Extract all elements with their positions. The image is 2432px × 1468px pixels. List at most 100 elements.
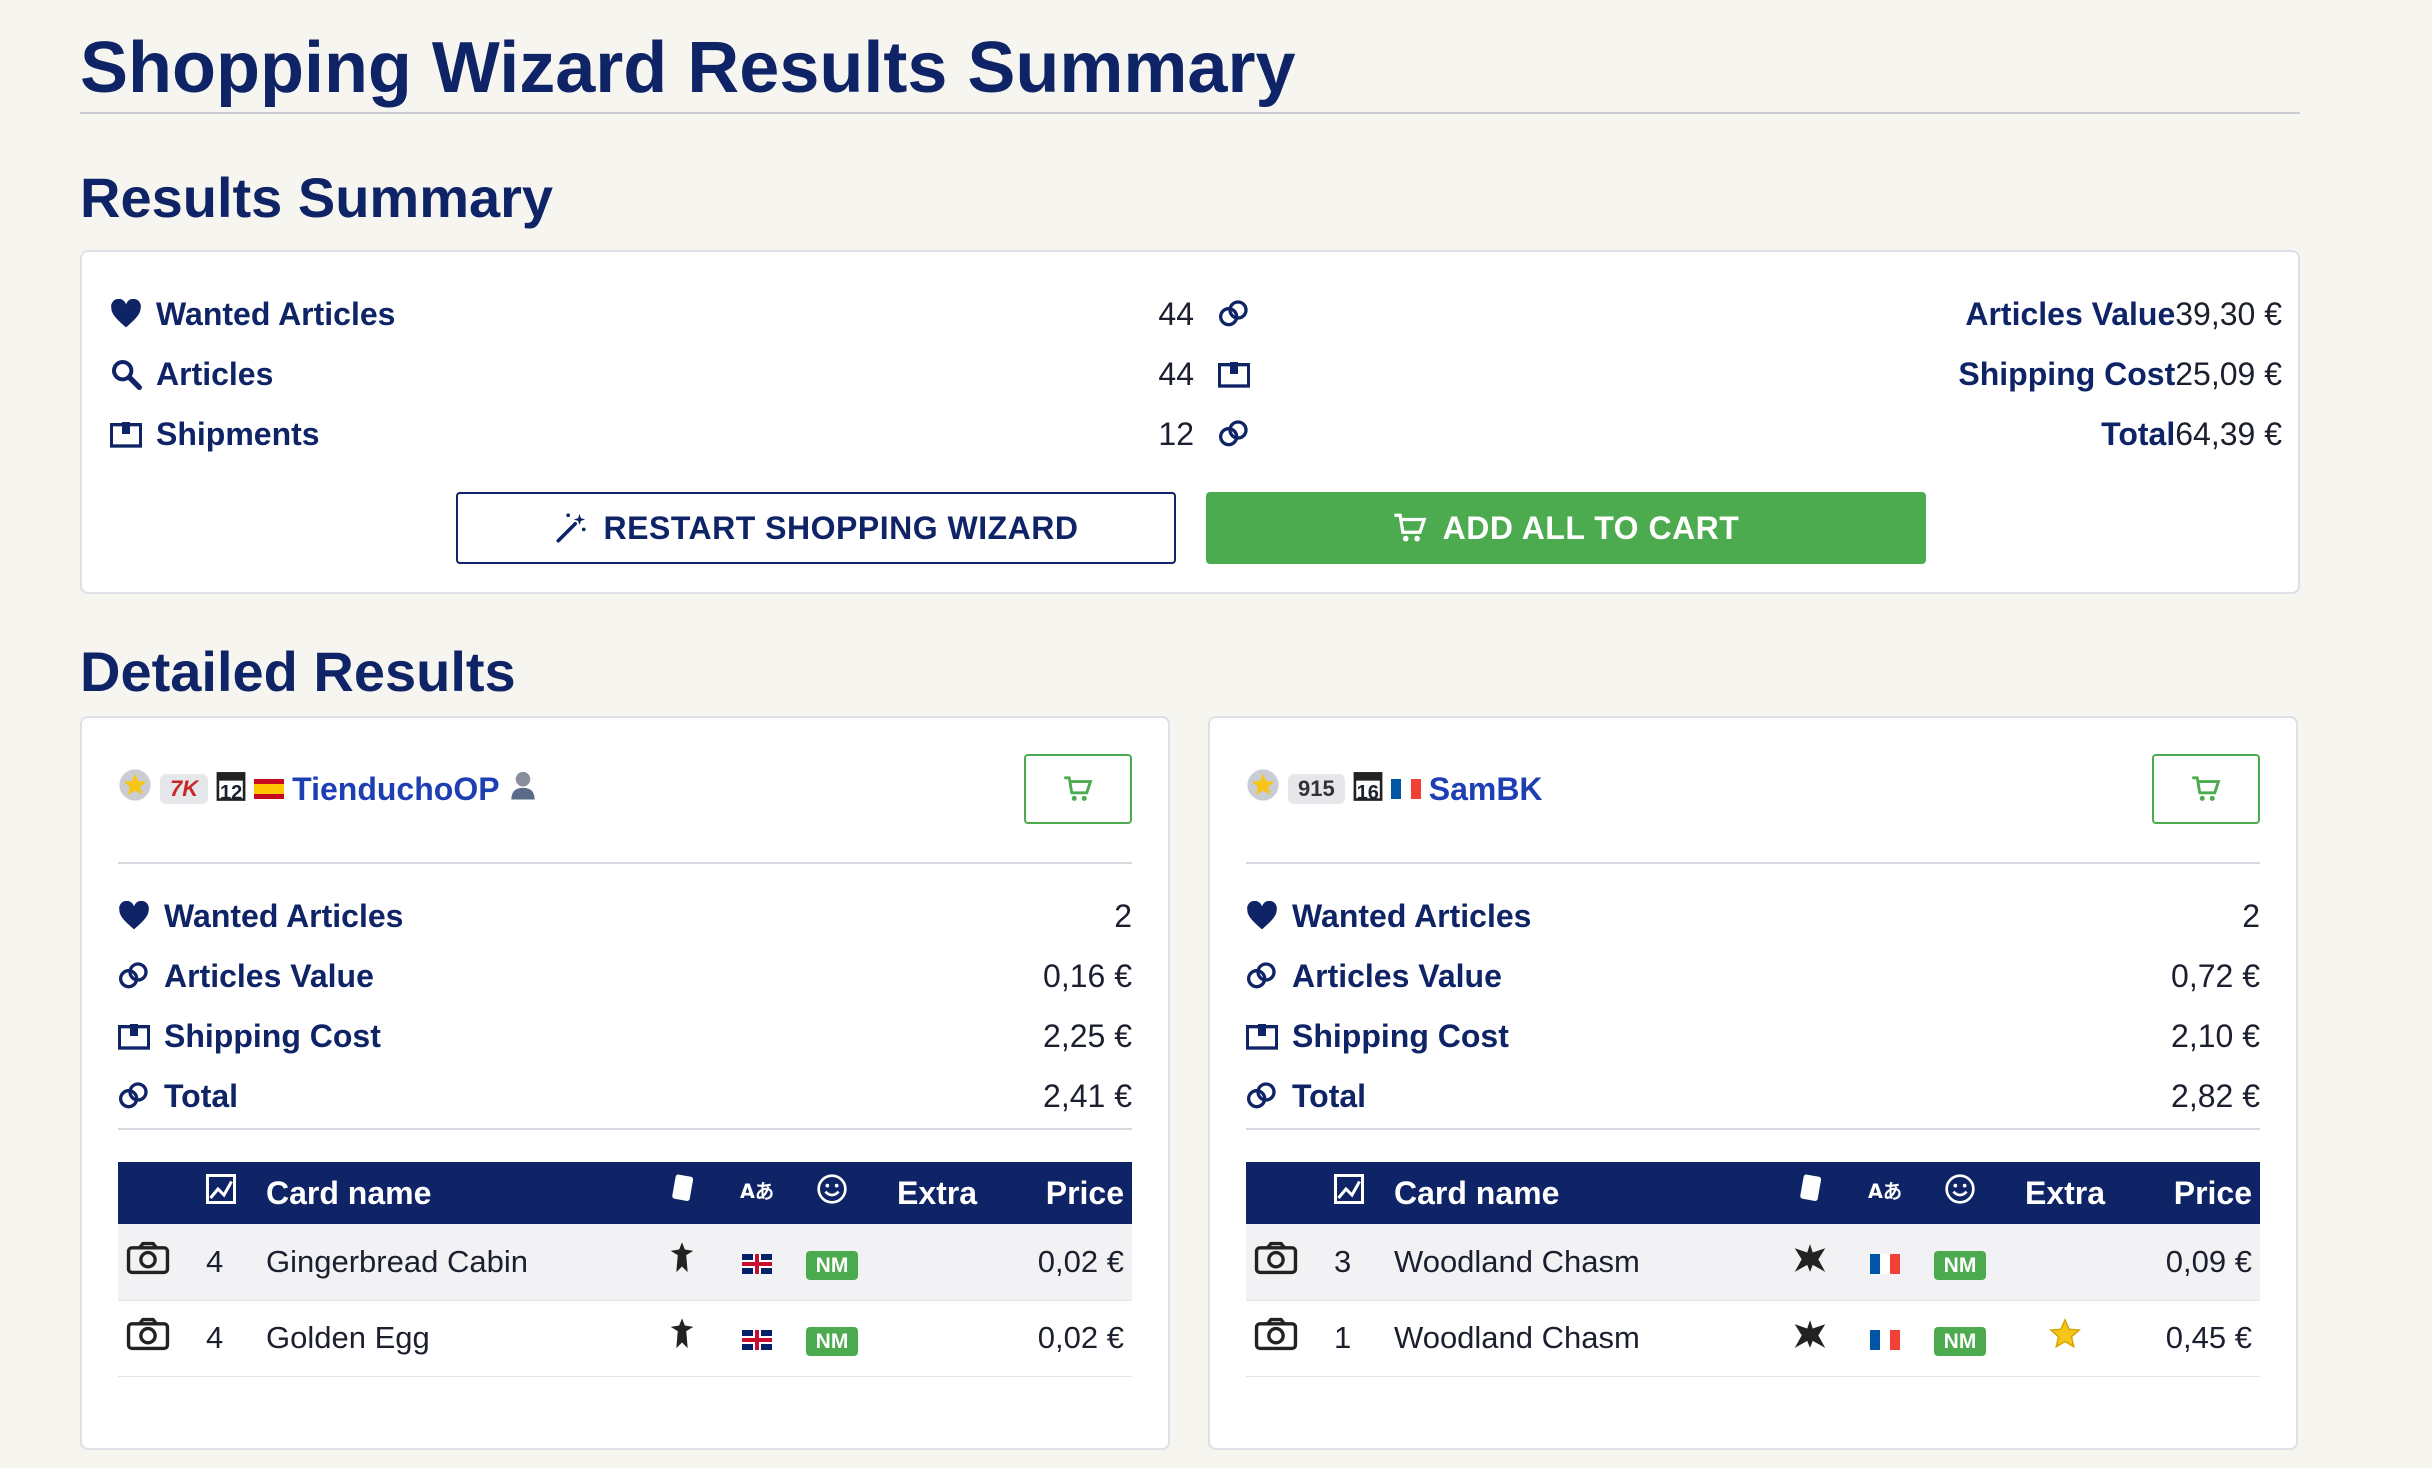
- seller-wanted-articles: Wanted Articles 2: [1246, 886, 2260, 946]
- restart-button-label: RESTART SHOPPING WIZARD: [603, 509, 1079, 546]
- summary-label: Articles Value: [1965, 295, 2176, 332]
- summary-right-column: Articles Value 39,30 € Shipping Cost 25,…: [1218, 284, 2282, 464]
- summary-articles-value: Articles Value 39,30 €: [1218, 284, 2282, 344]
- condition-badge: NM: [1933, 1250, 1987, 1280]
- seller-wanted-articles: Wanted Articles 2: [118, 886, 1132, 946]
- expansion-column-header: [642, 1162, 722, 1224]
- results-summary-title: Results Summary: [80, 166, 554, 229]
- uk-flag-icon: [742, 1329, 772, 1350]
- quantity: 4: [206, 1320, 224, 1355]
- camera-icon[interactable]: [1246, 1300, 1326, 1376]
- seller-stats: Wanted Articles 2 Articles Value 0,16 € …: [118, 886, 1132, 1130]
- seller-add-to-cart-button[interactable]: [2152, 754, 2260, 824]
- table-row: 4 Gingerbread Cabin NM 0,02 €: [118, 1224, 1132, 1300]
- sales-badge: 7K: [160, 774, 209, 804]
- card-name-link[interactable]: Woodland Chasm: [1386, 1300, 1770, 1376]
- card-name-column-header[interactable]: Card name: [1386, 1162, 1770, 1224]
- coins-icon: [1246, 1081, 1292, 1111]
- summary-value: 25,09 €: [2175, 355, 2282, 392]
- summary-shipments: Shipments 12: [110, 404, 1194, 464]
- cards-icon: [672, 1174, 694, 1201]
- shipment-icon: [1218, 360, 1264, 388]
- stat-value: 2,82 €: [2171, 1077, 2260, 1114]
- card-name-link[interactable]: Golden Egg: [258, 1300, 642, 1376]
- spain-flag-icon: [254, 779, 285, 799]
- seller-total: Total 2,41 €: [118, 1066, 1132, 1126]
- articles-table: Card name Aあ Extra Price 4 Gingerbread C…: [118, 1162, 1132, 1377]
- summary-total: Total 64,39 €: [1218, 404, 2282, 464]
- condition-badge: NM: [1933, 1327, 1987, 1356]
- seller-card: 915 16 SamBK Wanted Articles 2 Articles …: [1208, 716, 2298, 1450]
- seller-name-link[interactable]: TienduchoOP: [292, 771, 499, 808]
- coins-icon: [1218, 419, 1264, 449]
- seller-shipping-cost: Shipping Cost 2,10 €: [1246, 1006, 2260, 1066]
- seller-header: 915 16 SamBK: [1246, 754, 2260, 864]
- seller-name-link[interactable]: SamBK: [1429, 771, 1543, 808]
- camera-icon[interactable]: [118, 1224, 198, 1300]
- cart-icon: [2192, 776, 2221, 801]
- professional-seller-icon: [508, 769, 538, 809]
- price: 0,09 €: [2165, 1243, 2252, 1279]
- camera-icon[interactable]: [1246, 1224, 1326, 1300]
- stat-value: 2,25 €: [1043, 1017, 1132, 1054]
- shipment-icon: [1246, 1022, 1292, 1050]
- quantity: 3: [1334, 1243, 1352, 1279]
- image-column-header: [198, 1162, 258, 1224]
- shipment-icon: [110, 420, 156, 448]
- image-icon: [206, 1174, 236, 1204]
- summary-left-column: Wanted Articles 44 Articles 44 Shipments…: [110, 284, 1194, 464]
- table-row: 1 Woodland Chasm NM 0,45 €: [1246, 1300, 2260, 1376]
- extra-cell: [872, 1224, 1002, 1300]
- stat-value: 2: [1114, 897, 1132, 934]
- extra-cell: [872, 1300, 1002, 1376]
- detailed-results-title: Detailed Results: [80, 640, 516, 703]
- stat-label: Articles Value: [164, 957, 374, 994]
- camera-icon[interactable]: [118, 1300, 198, 1376]
- summary-label: Shipping Cost: [1958, 355, 2176, 392]
- magic-wand-icon: [556, 513, 586, 543]
- cards-icon: [1800, 1174, 1822, 1201]
- image-icon: [1334, 1174, 1364, 1204]
- language-column-header: Aあ: [1850, 1162, 1920, 1224]
- condition-column-header: [792, 1162, 872, 1224]
- coins-icon: [118, 1081, 164, 1111]
- restart-shopping-wizard-button[interactable]: RESTART SHOPPING WIZARD: [456, 492, 1176, 564]
- expansion-symbol-icon: [1770, 1300, 1850, 1376]
- svg-text:Aあ: Aあ: [1868, 1179, 1902, 1202]
- table-header-row: Card name Aあ Extra Price: [1246, 1162, 2260, 1224]
- price: 0,02 €: [1037, 1320, 1124, 1355]
- summary-label: Articles: [156, 355, 274, 392]
- card-name-link[interactable]: Gingerbread Cabin: [258, 1224, 642, 1300]
- stat-value: 2,10 €: [2171, 1017, 2260, 1054]
- add-all-to-cart-button[interactable]: ADD ALL TO CART: [1206, 492, 1926, 564]
- card-name-link[interactable]: Woodland Chasm: [1386, 1224, 1770, 1300]
- seller-articles-value: Articles Value 0,16 €: [118, 946, 1132, 1006]
- seller-shipping-cost: Shipping Cost 2,25 €: [118, 1006, 1132, 1066]
- price-column-header[interactable]: Price: [1002, 1162, 1132, 1224]
- expansion-symbol-icon: [642, 1224, 722, 1300]
- condition-badge: NM: [805, 1250, 859, 1280]
- card-name-column-header[interactable]: Card name: [258, 1162, 642, 1224]
- summary-articles: Articles 44: [110, 344, 1194, 404]
- smiley-icon: [817, 1174, 847, 1204]
- seller-add-to-cart-button[interactable]: [1024, 754, 1132, 824]
- france-flag-icon: [1390, 779, 1421, 799]
- table-header-row: Card name Aあ Extra Price: [118, 1162, 1132, 1224]
- svg-text:Aあ: Aあ: [740, 1179, 774, 1202]
- coins-icon: [118, 961, 164, 991]
- price-column-header[interactable]: Price: [2130, 1162, 2260, 1224]
- coins-icon: [1246, 961, 1292, 991]
- stat-label: Wanted Articles: [164, 897, 404, 934]
- condition-column-header: [1920, 1162, 2000, 1224]
- seller-info: 7K 12 TienduchoOP: [118, 754, 538, 824]
- image-column-header: [1326, 1162, 1386, 1224]
- shipment-icon: [118, 1022, 164, 1050]
- heart-icon: [110, 299, 156, 329]
- calendar-days: 12: [220, 781, 243, 804]
- seller-total: Total 2,82 €: [1246, 1066, 2260, 1126]
- stat-value: 2: [2242, 897, 2260, 934]
- table-row: 3 Woodland Chasm NM 0,09 €: [1246, 1224, 2260, 1300]
- results-summary-panel: Wanted Articles 44 Articles 44 Shipments…: [80, 250, 2300, 594]
- language-column-header: Aあ: [722, 1162, 792, 1224]
- france-flag-icon: [1870, 1253, 1900, 1274]
